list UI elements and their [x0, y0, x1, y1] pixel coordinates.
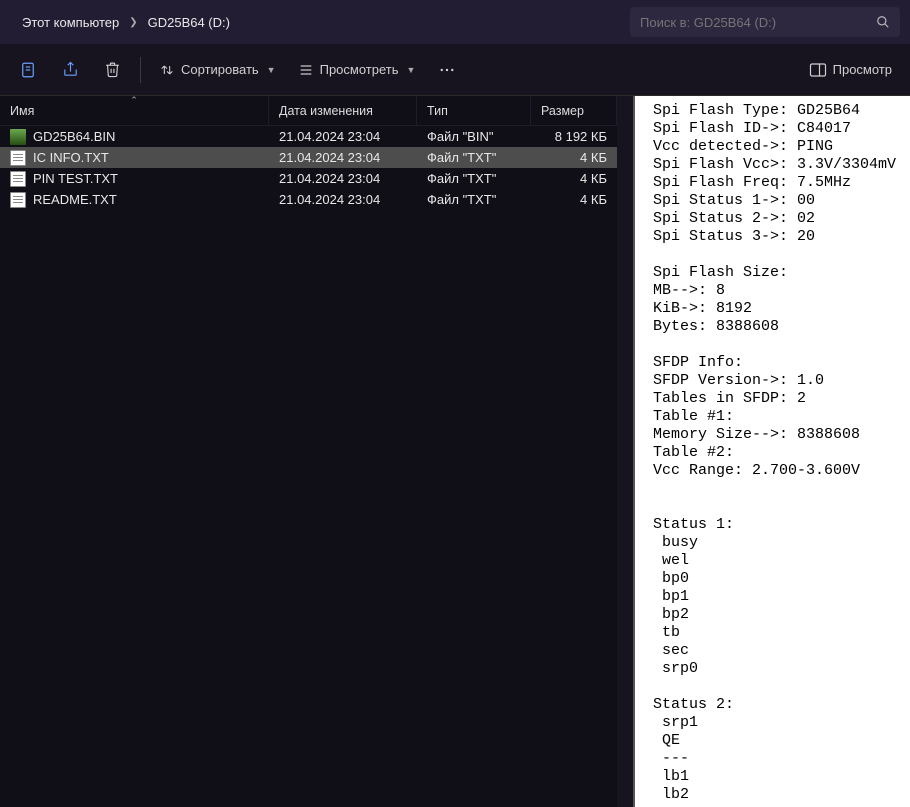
file-date: 21.04.2024 23:04: [269, 192, 417, 207]
preview-pane-icon: [809, 62, 827, 78]
file-size: 4 КБ: [531, 171, 617, 186]
file-icon: [10, 192, 26, 208]
header-size[interactable]: Размер: [531, 96, 617, 125]
file-row[interactable]: GD25B64.BIN 21.04.2024 23:04Файл "BIN"8 1…: [0, 126, 617, 147]
sort-label: Сортировать: [181, 62, 259, 77]
file-name: IC INFO.TXT: [33, 150, 109, 165]
file-size: 4 КБ: [531, 192, 617, 207]
file-type: Файл "BIN": [417, 129, 531, 144]
file-row[interactable]: PIN TEST.TXT 21.04.2024 23:04Файл "TXT"4 …: [0, 168, 617, 189]
preview-label: Просмотр: [833, 62, 892, 77]
chevron-right-icon: ❯: [129, 17, 137, 28]
content-area: ⌃ Имя Дата изменения Тип Размер GD25B64.…: [0, 96, 910, 807]
file-row[interactable]: README.TXT 21.04.2024 23:04Файл "TXT"4 КБ: [0, 189, 617, 210]
view-button[interactable]: Просмотреть ▼: [288, 52, 426, 88]
separator: [140, 57, 141, 83]
chevron-down-icon: ▼: [267, 65, 276, 75]
file-type: Файл "TXT": [417, 150, 531, 165]
titlebar: Этот компьютер ❯ GD25B64 (D:): [0, 0, 910, 44]
list-icon: [298, 62, 314, 78]
search-icon[interactable]: [876, 15, 890, 29]
header-name[interactable]: ⌃ Имя: [0, 96, 269, 125]
breadcrumb-root[interactable]: Этот компьютер: [16, 11, 125, 34]
header-type[interactable]: Тип: [417, 96, 531, 125]
share-button[interactable]: [50, 52, 90, 88]
file-name: PIN TEST.TXT: [33, 171, 118, 186]
new-button[interactable]: [8, 52, 48, 88]
chevron-down-icon: ▼: [407, 65, 416, 75]
toolbar: Сортировать ▼ Просмотреть ▼ Просмотр: [0, 44, 910, 96]
breadcrumb-location[interactable]: GD25B64 (D:): [142, 11, 236, 34]
file-name: README.TXT: [33, 192, 117, 207]
search-input[interactable]: [640, 15, 876, 30]
file-date: 21.04.2024 23:04: [269, 129, 417, 144]
file-list: ⌃ Имя Дата изменения Тип Размер GD25B64.…: [0, 96, 617, 807]
more-button[interactable]: [427, 52, 467, 88]
column-headers: ⌃ Имя Дата изменения Тип Размер: [0, 96, 617, 126]
preview-pane-button[interactable]: Просмотр: [799, 52, 902, 88]
header-date[interactable]: Дата изменения: [269, 96, 417, 125]
file-type: Файл "TXT": [417, 171, 531, 186]
file-size: 8 192 КБ: [531, 129, 617, 144]
file-date: 21.04.2024 23:04: [269, 150, 417, 165]
file-rows: GD25B64.BIN21.04.2024 23:04Файл "BIN"8 1…: [0, 126, 617, 210]
delete-button[interactable]: [92, 52, 132, 88]
preview-scrollbar[interactable]: [617, 96, 633, 807]
file-name: GD25B64.BIN: [33, 129, 115, 144]
file-icon: [10, 129, 26, 145]
breadcrumb[interactable]: Этот компьютер ❯ GD25B64 (D:): [4, 0, 630, 44]
preview-pane: Spi Flash Type: GD25B64 Spi Flash ID->: …: [633, 96, 910, 807]
file-date: 21.04.2024 23:04: [269, 171, 417, 186]
search-box[interactable]: [630, 7, 900, 37]
file-type: Файл "TXT": [417, 192, 531, 207]
file-size: 4 КБ: [531, 150, 617, 165]
sort-indicator-icon: ⌃: [130, 95, 138, 106]
view-label: Просмотреть: [320, 62, 399, 77]
sort-button[interactable]: Сортировать ▼: [149, 52, 286, 88]
file-icon: [10, 171, 26, 187]
file-row[interactable]: IC INFO.TXT 21.04.2024 23:04Файл "TXT"4 К…: [0, 147, 617, 168]
file-icon: [10, 150, 26, 166]
sort-icon: [159, 62, 175, 78]
